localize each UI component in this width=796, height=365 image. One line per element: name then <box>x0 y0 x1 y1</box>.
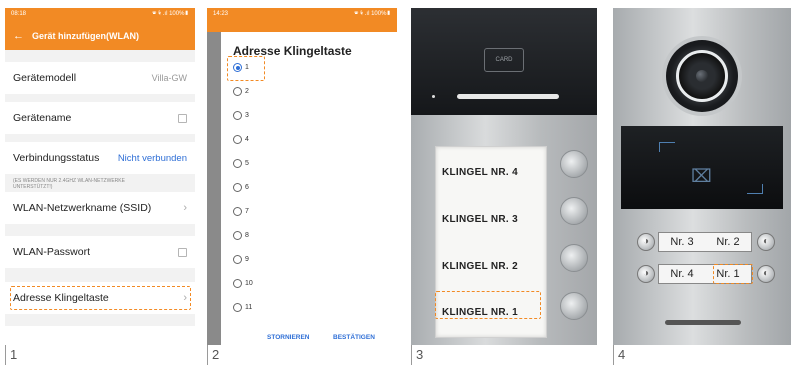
caption-1: 1 <box>5 345 195 365</box>
row-label: WLAN-Netzwerkname (SSID) <box>13 202 152 214</box>
radio-icon <box>233 303 242 312</box>
dim-overlay <box>207 32 221 345</box>
settings-screen: 08:18 🕿 ⚘ .ıl 100%▮ ← Gerät hinzufügen(W… <box>5 8 195 345</box>
rfid-card-icon: ⌧ <box>691 166 712 186</box>
camera-icon <box>666 40 738 112</box>
highlight-frame <box>10 286 191 310</box>
status-icons: 🕿 ⚘ .ıl 100%▮ <box>152 11 189 17</box>
glass-front: CARD <box>411 8 597 115</box>
address-picker-screen: 14:23 🕿 ⚘ .ıl 100%▮ Adresse Klingeltaste… <box>207 8 397 345</box>
row-label: Gerätemodell <box>13 72 77 84</box>
bell-label-3: KLINGEL NR. 3 <box>442 214 518 225</box>
radio-option-2[interactable]: 2 <box>233 87 249 96</box>
radio-icon <box>233 87 242 96</box>
plate-label: Nr. 4 <box>670 268 694 280</box>
back-arrow-icon[interactable]: ← <box>13 30 24 42</box>
bell-button-4[interactable] <box>560 150 588 178</box>
radio-option-10[interactable]: 10 <box>233 279 253 288</box>
speaker-grille <box>665 320 741 325</box>
doorbell-panel-photo: CARD KLINGEL NR. 4 KLINGEL NR. 3 KLINGEL… <box>411 8 597 345</box>
row-label: Verbindungsstatus <box>13 152 100 164</box>
corner-mark <box>659 142 675 152</box>
speaker-slot <box>457 94 559 99</box>
radio-icon <box>233 135 242 144</box>
radio-option-7[interactable]: 7 <box>233 207 249 216</box>
highlight-frame <box>713 264 753 284</box>
status-bar: 14:23 🕿 ⚘ .ıl 100%▮ <box>207 8 397 22</box>
plate-label: Nr. 2 <box>716 236 740 248</box>
connection-status-value: Nicht verbunden <box>117 152 187 164</box>
status-time: 08:18 <box>11 11 27 17</box>
page-title: Gerät hinzufügen(WLAN) <box>32 31 139 41</box>
cancel-button[interactable]: STORNIEREN <box>267 334 310 341</box>
row-value: Villa-GW <box>151 73 187 83</box>
radio-icon <box>233 231 242 240</box>
radio-option-6[interactable]: 6 <box>233 183 249 192</box>
row-label: WLAN-Passwort <box>13 246 91 258</box>
bell-button-1[interactable]: ◐ <box>757 265 775 283</box>
outdoor-station-photo: ⌧ ◑ Nr. 3 Nr. 2 ◐ ◑ Nr. 4 Nr. 1 ◐ <box>613 8 791 345</box>
corner-mark <box>747 184 763 194</box>
radio-option-5[interactable]: 5 <box>233 159 249 168</box>
edit-icon[interactable] <box>178 247 187 257</box>
bell-button-3[interactable] <box>560 197 588 225</box>
plate-label: Nr. 3 <box>670 236 694 248</box>
status-led <box>432 95 435 98</box>
row-device-name[interactable]: Gerätename <box>5 102 195 134</box>
highlight-frame <box>435 291 541 319</box>
radio-option-11[interactable]: 11 <box>233 303 252 312</box>
bell-button-2[interactable]: ◐ <box>757 233 775 251</box>
caption-2: 2 <box>207 345 397 365</box>
row-connection-status: Verbindungsstatus Nicht verbunden <box>5 142 195 174</box>
row-ssid[interactable]: WLAN-Netzwerkname (SSID) › <box>5 192 195 224</box>
highlight-frame <box>227 56 265 81</box>
app-header: 08:18 🕿 ⚘ .ıl 100%▮ ← Gerät hinzufügen(W… <box>5 8 195 50</box>
bell-label-2: KLINGEL NR. 2 <box>442 261 518 272</box>
status-icons: 🕿 ⚘ .ıl 100%▮ <box>354 11 391 17</box>
row-label: Gerätename <box>13 112 72 124</box>
rfid-panel: ⌧ <box>621 126 783 209</box>
confirm-button[interactable]: BESTÄTIGEN <box>333 334 375 341</box>
radio-icon <box>233 207 242 216</box>
radio-icon <box>233 279 242 288</box>
radio-icon <box>233 111 242 120</box>
edit-icon[interactable] <box>178 113 187 123</box>
row-wifi-password[interactable]: WLAN-Passwort <box>5 236 195 268</box>
bell-button-2[interactable] <box>560 244 588 272</box>
radio-option-9[interactable]: 9 <box>233 255 249 264</box>
status-bar: 08:18 🕿 ⚘ .ıl 100%▮ <box>5 8 195 22</box>
radio-icon <box>233 159 242 168</box>
radio-option-3[interactable]: 3 <box>233 111 249 120</box>
nameplate-top: Nr. 3 Nr. 2 <box>658 232 752 252</box>
camera-ring <box>676 50 728 102</box>
radio-option-4[interactable]: 4 <box>233 135 249 144</box>
camera-lens <box>696 70 708 82</box>
bell-button-3[interactable]: ◑ <box>637 233 655 251</box>
caption-4: 4 <box>613 345 791 365</box>
caption-3: 3 <box>411 345 597 365</box>
radio-icon <box>233 255 242 264</box>
status-time: 14:23 <box>213 11 229 17</box>
bell-button-1[interactable] <box>560 292 588 320</box>
radio-option-8[interactable]: 8 <box>233 231 249 240</box>
radio-icon <box>233 183 242 192</box>
card-reader-label: CARD <box>484 48 524 72</box>
bell-button-4[interactable]: ◑ <box>637 265 655 283</box>
chevron-right-icon: › <box>183 202 187 214</box>
wifi-note: (ES WERDEN NUR 2.4GHZ WLAN-NETZWERKE UNT… <box>13 178 125 190</box>
bell-label-4: KLINGEL NR. 4 <box>442 167 518 178</box>
row-partial <box>5 326 195 345</box>
row-device-model: Gerätemodell Villa-GW <box>5 62 195 94</box>
